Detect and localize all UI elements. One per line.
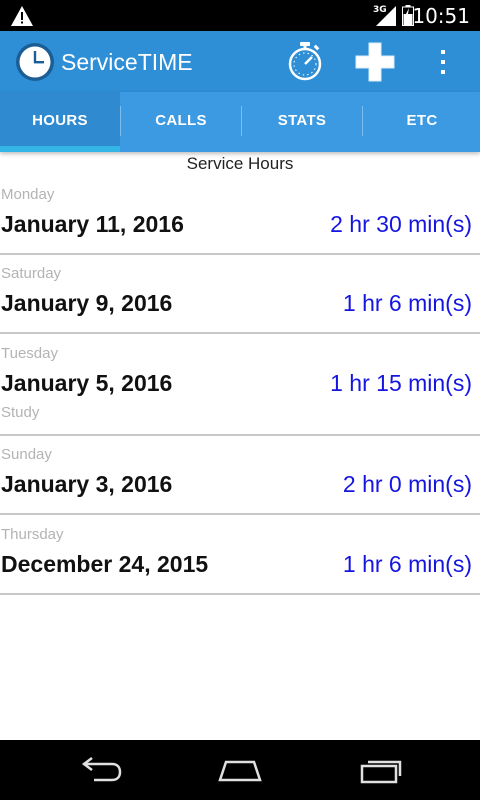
entry-duration: 1 hr 6 min(s): [342, 551, 472, 577]
tab-label: STATS: [277, 112, 327, 129]
divider: [0, 513, 480, 515]
entry-day: Monday: [1, 186, 55, 203]
entry-duration: 1 hr 6 min(s): [342, 290, 472, 316]
tab-label: ETC: [406, 112, 438, 129]
list-item[interactable]: Monday January 11, 2016 2 hr 30 min(s): [0, 186, 480, 255]
tab-label: CALLS: [155, 112, 207, 129]
tab-bar: HOURS CALLS STATS ETC: [0, 92, 480, 152]
entry-note: Study: [1, 404, 40, 421]
list-item[interactable]: Tuesday January 5, 2016 1 hr 15 min(s) S…: [0, 345, 480, 437]
divider: [0, 253, 480, 255]
entry-duration: 2 hr 30 min(s): [330, 211, 472, 237]
entry-duration: 1 hr 15 min(s): [330, 370, 472, 396]
divider: [0, 332, 480, 334]
tab-indicator: [0, 146, 120, 152]
warning-icon: [11, 6, 33, 26]
entry-duration: 2 hr 0 min(s): [342, 471, 472, 497]
home-icon[interactable]: [216, 754, 264, 786]
entry-date: January 11, 2016: [1, 211, 184, 237]
tab-calls[interactable]: CALLS: [121, 92, 241, 152]
entry-day: Sunday: [1, 446, 52, 463]
list-item[interactable]: Thursday December 24, 2015 1 hr 6 min(s): [0, 526, 480, 595]
tab-etc[interactable]: ETC: [362, 92, 480, 152]
entry-date: January 5, 2016: [1, 370, 173, 396]
app-title: ServiceTIME: [61, 49, 193, 75]
tab-stats[interactable]: STATS: [242, 92, 362, 152]
divider: [0, 434, 480, 436]
stopwatch-icon[interactable]: [285, 41, 325, 81]
recent-apps-icon[interactable]: [358, 754, 406, 786]
entry-day: Tuesday: [1, 345, 58, 362]
list-item[interactable]: Saturday January 9, 2016 1 hr 6 min(s): [0, 265, 480, 334]
tab-hours[interactable]: HOURS: [0, 92, 120, 152]
status-bar: 3G 10:51: [0, 0, 480, 31]
add-icon[interactable]: [354, 41, 396, 83]
tab-label: HOURS: [32, 112, 88, 129]
system-nav-bar: [0, 740, 480, 800]
signal-icon: [376, 6, 396, 26]
list-item[interactable]: Sunday January 3, 2016 2 hr 0 min(s): [0, 446, 480, 515]
clock: 10:51: [412, 4, 470, 28]
back-icon[interactable]: [76, 754, 124, 786]
overflow-menu-icon[interactable]: [438, 48, 448, 76]
section-title: Service Hours: [186, 154, 294, 173]
entry-date: December 24, 2015: [1, 551, 209, 577]
entry-day: Saturday: [1, 265, 62, 282]
entry-date: January 9, 2016: [1, 290, 173, 316]
entry-day: Thursday: [1, 526, 64, 543]
app-bar: ServiceTIME: [0, 31, 480, 92]
entry-date: January 3, 2016: [1, 471, 173, 497]
divider: [0, 593, 480, 595]
app-logo-clock-icon[interactable]: [15, 42, 55, 82]
